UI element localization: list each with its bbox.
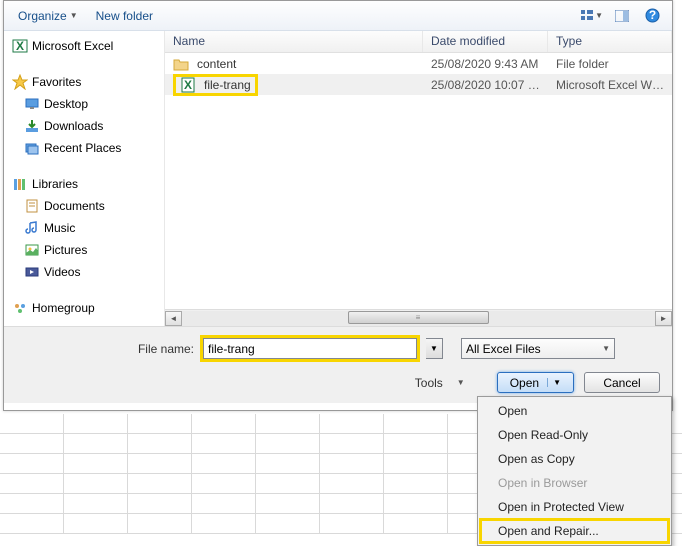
open-button-label: Open: [510, 376, 539, 390]
desktop-icon: [24, 96, 40, 112]
file-row[interactable]: Xfile-trang 25/08/2020 10:07 …Microsoft E…: [165, 74, 672, 95]
menu-item[interactable]: Open: [480, 399, 669, 423]
file-date-cell: 25/08/2020 10:07 …: [423, 78, 548, 92]
tree-music[interactable]: Music: [4, 217, 164, 239]
tools-label: Tools: [415, 376, 443, 390]
svg-text:X: X: [184, 78, 192, 92]
list-view-icon: [581, 10, 593, 22]
scroll-left-button[interactable]: ◄: [165, 311, 182, 326]
filename-label: File name:: [16, 342, 194, 356]
file-list-rows[interactable]: content25/08/2020 9:43 AMFile folderXfil…: [165, 53, 672, 309]
music-icon: [24, 220, 40, 236]
tree-documents[interactable]: Documents: [4, 195, 164, 217]
chevron-down-icon: ▼: [602, 344, 610, 353]
tools-dropdown-icon[interactable]: ▼: [457, 378, 465, 387]
view-mode-button[interactable]: ▼: [580, 5, 604, 27]
preview-icon: [615, 10, 629, 22]
menu-item[interactable]: Open and Repair...: [480, 519, 669, 543]
nav-sidebar[interactable]: XMicrosoft Excel FavoritesDesktopDownload…: [4, 31, 164, 326]
new-folder-label: New folder: [96, 9, 153, 23]
excel-icon: X: [12, 38, 28, 54]
file-list-header: Name Date modified Type: [165, 31, 672, 53]
col-name[interactable]: Name: [165, 31, 423, 52]
file-highlight: Xfile-trang: [173, 74, 258, 96]
open-button[interactable]: Open ▼: [497, 372, 574, 393]
tree-desktop[interactable]: Desktop: [4, 93, 164, 115]
col-date[interactable]: Date modified: [423, 31, 548, 52]
tree-downloads[interactable]: Downloads: [4, 115, 164, 137]
file-list: Name Date modified Type content25/08/202…: [164, 31, 672, 326]
svg-text:X: X: [16, 39, 24, 53]
file-type-cell: Microsoft Excel W…: [548, 78, 672, 92]
file-name-cell: Xfile-trang: [165, 74, 423, 96]
tree-excel[interactable]: XMicrosoft Excel: [4, 35, 164, 57]
file-type-cell: File folder: [548, 57, 672, 71]
svg-text:?: ?: [648, 8, 655, 22]
downloads-icon: [24, 118, 40, 134]
help-button[interactable]: ?: [640, 5, 664, 27]
pictures-icon: [24, 242, 40, 258]
preview-pane-button[interactable]: [610, 5, 634, 27]
filename-dropdown-button[interactable]: ▼: [426, 338, 443, 359]
horizontal-scrollbar[interactable]: ◄ ≡ ►: [165, 309, 672, 326]
excel-file-icon: X: [180, 77, 196, 93]
scroll-track[interactable]: ≡: [182, 311, 655, 326]
help-icon: ?: [645, 8, 660, 23]
menu-item[interactable]: Open Read-Only: [480, 423, 669, 447]
star-icon: [12, 74, 28, 90]
menu-item[interactable]: Open as Copy: [480, 447, 669, 471]
chevron-down-icon: ▼: [70, 11, 78, 20]
file-filter-label: All Excel Files: [466, 342, 541, 356]
folder-icon: [173, 56, 189, 72]
file-name-cell: content: [165, 56, 423, 72]
file-date-cell: 25/08/2020 9:43 AM: [423, 57, 548, 71]
open-dropdown-menu: OpenOpen Read-OnlyOpen as CopyOpen in Br…: [477, 396, 672, 546]
col-type[interactable]: Type: [548, 31, 672, 52]
tree-star[interactable]: Favorites: [4, 71, 164, 93]
tree-recent[interactable]: Recent Places: [4, 137, 164, 159]
cancel-button[interactable]: Cancel: [584, 372, 660, 393]
homegroup-icon: [12, 300, 28, 316]
new-folder-button[interactable]: New folder: [90, 5, 159, 27]
open-split-arrow[interactable]: ▼: [547, 378, 561, 387]
organize-label: Organize: [18, 9, 67, 23]
videos-icon: [24, 264, 40, 280]
tree-homegroup[interactable]: Homegroup: [4, 297, 164, 319]
open-dialog: Organize ▼ New folder ▼ ? XMicrosoft Exc…: [3, 0, 673, 411]
filename-highlight: [200, 335, 420, 362]
dialog-main: XMicrosoft Excel FavoritesDesktopDownload…: [4, 31, 672, 326]
organize-button[interactable]: Organize ▼: [12, 5, 84, 27]
dialog-toolbar: Organize ▼ New folder ▼ ?: [4, 1, 672, 31]
filename-input[interactable]: [203, 338, 417, 359]
tree-videos[interactable]: Videos: [4, 261, 164, 283]
menu-item[interactable]: Open in Protected View: [480, 495, 669, 519]
recent-icon: [24, 140, 40, 156]
tree-pictures[interactable]: Pictures: [4, 239, 164, 261]
scroll-right-button[interactable]: ►: [655, 311, 672, 326]
file-row[interactable]: content25/08/2020 9:43 AMFile folder: [165, 53, 672, 74]
menu-item: Open in Browser: [480, 471, 669, 495]
chevron-down-icon: ▼: [595, 11, 603, 20]
libraries-icon: [12, 176, 28, 192]
scroll-thumb[interactable]: ≡: [348, 311, 490, 324]
dialog-bottom: File name: ▼ All Excel Files ▼ Tools ▼ O…: [4, 326, 672, 403]
file-filter-combo[interactable]: All Excel Files ▼: [461, 338, 615, 359]
tree-libraries[interactable]: Libraries: [4, 173, 164, 195]
documents-icon: [24, 198, 40, 214]
